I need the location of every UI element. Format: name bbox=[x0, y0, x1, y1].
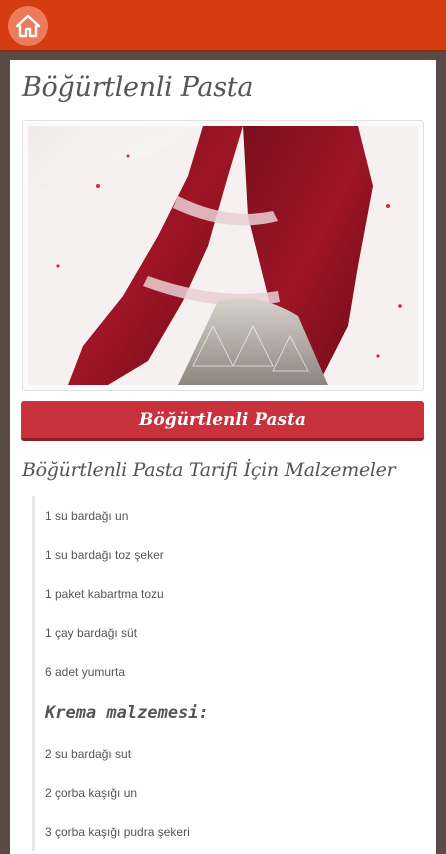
list-item: 2 çorba kaşığı un bbox=[32, 773, 424, 812]
list-item: 6 adet yumurta bbox=[32, 652, 424, 691]
list-item: 3 çorba kaşığı pudra şekeri bbox=[32, 812, 424, 851]
list-item: 1 su bardağı un bbox=[32, 496, 424, 535]
ingredients-list: 1 su bardağı un 1 su bardağı toz şeker 1… bbox=[32, 496, 424, 851]
home-icon bbox=[15, 14, 41, 38]
list-item: 1 su bardağı toz şeker bbox=[32, 535, 424, 574]
recipe-image bbox=[22, 120, 424, 391]
cream-heading: Krema malzemesi: bbox=[32, 691, 424, 734]
top-bar bbox=[0, 0, 446, 52]
list-item: 1 çay bardağı süt bbox=[32, 613, 424, 652]
page-title: Böğürtlenli Pasta bbox=[22, 72, 254, 103]
recipe-title-button[interactable]: Böğürtlenli Pasta bbox=[21, 401, 424, 441]
list-item: 1 paket kabartma tozu bbox=[32, 574, 424, 613]
cake-photo bbox=[28, 126, 418, 385]
ingredients-heading: Böğürtlenli Pasta Tarifi İçin Malzemeler bbox=[22, 459, 396, 481]
content-panel: Böğürtlenli Pasta Böğürtlenli Pasta Böğü… bbox=[10, 60, 436, 854]
list-item: 2 su bardağı sut bbox=[32, 734, 424, 773]
home-button[interactable] bbox=[8, 6, 48, 46]
